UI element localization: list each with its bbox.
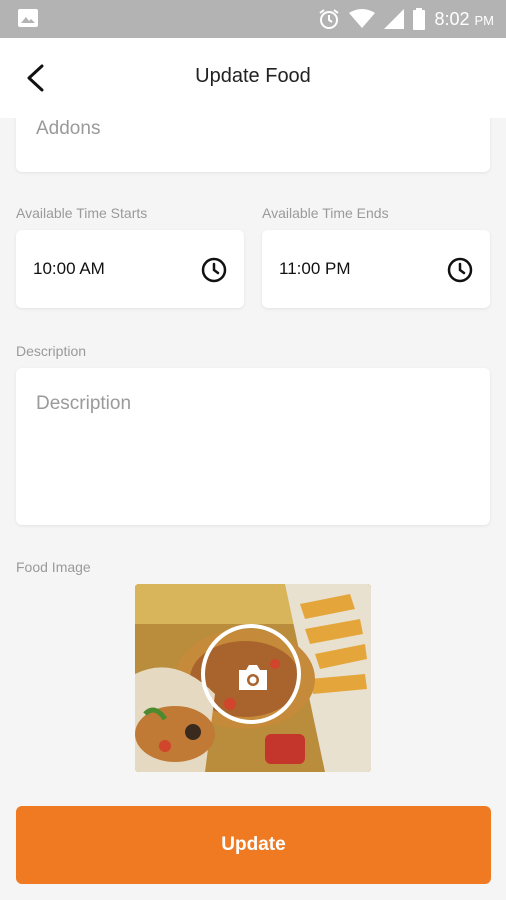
clock-icon[interactable] xyxy=(446,256,474,284)
update-button[interactable]: Update xyxy=(16,806,491,884)
time-end-value: 11:00 PM xyxy=(279,259,351,278)
food-image-label: Food Image xyxy=(16,559,91,575)
battery-icon xyxy=(413,8,426,30)
image-icon xyxy=(18,9,38,27)
time-start-label: Available Time Starts xyxy=(16,205,148,221)
time-end-label: Available Time Ends xyxy=(262,205,389,221)
wifi-icon xyxy=(349,9,376,28)
food-image-picker[interactable] xyxy=(135,584,371,772)
camera-icon[interactable] xyxy=(235,662,271,694)
description-placeholder: Description xyxy=(36,393,132,414)
clock-icon[interactable] xyxy=(200,256,228,284)
addons-placeholder: Addons xyxy=(36,118,101,139)
signal-icon xyxy=(384,9,405,29)
time-start-value: 10:00 AM xyxy=(33,259,105,278)
description-field[interactable]: Description xyxy=(16,368,490,525)
page-title: Update Food xyxy=(195,65,311,87)
app-bar: Update Food xyxy=(0,38,506,118)
description-label: Description xyxy=(16,343,87,359)
time-start-field[interactable]: 10:00 AM xyxy=(16,230,244,308)
alarm-icon xyxy=(319,9,340,29)
status-time: 8:02 PM xyxy=(434,8,494,29)
time-end-field[interactable]: 11:00 PM xyxy=(262,230,490,308)
status-bar: 8:02 PM xyxy=(0,0,506,38)
